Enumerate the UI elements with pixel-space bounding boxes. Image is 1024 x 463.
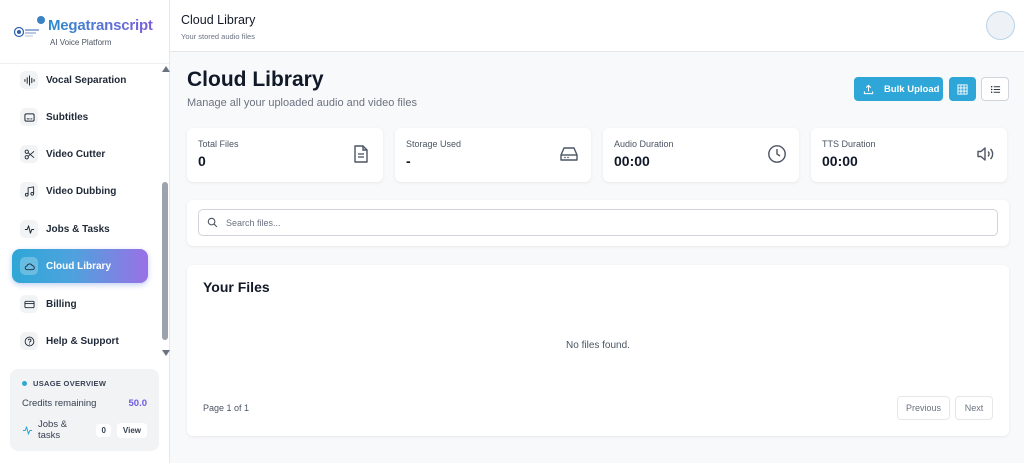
files-title: Your Files	[203, 279, 270, 295]
bulk-upload-label: Bulk Upload	[884, 83, 940, 95]
next-page-button[interactable]: Next	[955, 396, 993, 420]
waveform-icon	[20, 71, 38, 89]
list-view-button[interactable]	[981, 77, 1009, 101]
pagination-info: Page 1 of 1	[203, 403, 250, 413]
clock-icon	[767, 144, 787, 164]
sidebar-item-label: Cloud Library	[46, 260, 112, 272]
sidebar-item-label: Billing	[46, 298, 77, 310]
brand-logo-icon	[14, 24, 40, 40]
scrollbar-thumb[interactable]	[162, 182, 168, 340]
view-jobs-button[interactable]: View	[116, 422, 147, 438]
stat-label: Storage Used	[406, 139, 462, 149]
cloud-icon	[20, 257, 38, 275]
sidebar-item-cloud-library[interactable]: Cloud Library	[12, 249, 148, 283]
scissors-icon	[20, 145, 38, 163]
sidebar-item-label: Jobs & Tasks	[46, 223, 110, 235]
stat-card-tts-duration: TTS Duration 00:00	[811, 128, 1007, 182]
sidebar-item-vocal-separation[interactable]: Vocal Separation	[12, 63, 148, 97]
jobs-count-badge: 0	[96, 423, 111, 437]
credits-row: Credits remaining 50.0	[22, 398, 147, 409]
brand-subtitle: AI Voice Platform	[50, 37, 112, 47]
brand-dot	[37, 16, 45, 24]
grid-icon	[957, 83, 968, 95]
sidebar-item-video-cutter[interactable]: Video Cutter	[12, 137, 148, 171]
stat-card-audio-duration: Audio Duration 00:00	[603, 128, 799, 182]
scroll-up-arrow-icon[interactable]	[162, 66, 170, 72]
usage-dot-icon	[22, 381, 27, 386]
avatar[interactable]	[986, 11, 1015, 40]
list-icon	[990, 84, 1001, 95]
file-text-icon	[351, 144, 371, 164]
usage-title: USAGE OVERVIEW	[33, 379, 107, 388]
page-subtitle: Manage all your uploaded audio and video…	[187, 97, 417, 109]
hard-drive-icon	[559, 144, 579, 164]
sidebar-item-jobs-tasks[interactable]: Jobs & Tasks	[12, 212, 148, 246]
empty-state-text: No files found.	[566, 340, 630, 351]
usage-title-row: USAGE OVERVIEW	[22, 379, 147, 388]
activity-icon	[20, 220, 38, 238]
header-title: Cloud Library	[181, 13, 256, 27]
sidebar-item-label: Subtitles	[46, 111, 89, 123]
page-title: Cloud Library	[187, 68, 324, 91]
stat-card-total-files: Total Files 0	[187, 128, 383, 182]
sidebar-nav: Vocal Separation Subtitles Video Cutter …	[0, 62, 160, 358]
search-input[interactable]	[226, 217, 986, 228]
header-subtitle: Your stored audio files	[181, 32, 255, 41]
stat-value: -	[406, 153, 411, 169]
stat-value: 0	[198, 153, 206, 169]
upload-icon	[863, 84, 874, 95]
stat-label: TTS Duration	[822, 139, 876, 149]
stat-label: Audio Duration	[614, 139, 674, 149]
sidebar-item-label: Video Dubbing	[46, 185, 117, 197]
scroll-down-arrow-icon[interactable]	[162, 350, 170, 356]
usage-overview-card: USAGE OVERVIEW Credits remaining 50.0 Jo…	[10, 369, 159, 451]
credits-value: 50.0	[128, 398, 148, 409]
sidebar-item-label: Video Cutter	[46, 148, 106, 160]
search-card	[187, 200, 1009, 246]
credits-label: Credits remaining	[22, 398, 97, 409]
search-box[interactable]	[198, 209, 998, 236]
brand-name: Megatranscript	[48, 16, 153, 34]
music-note-icon	[20, 182, 38, 200]
sidebar-item-subtitles[interactable]: Subtitles	[12, 100, 148, 134]
stat-card-storage-used: Storage Used -	[395, 128, 591, 182]
sidebar: Megatranscript AI Voice Platform Vocal S…	[0, 0, 170, 463]
grid-view-button[interactable]	[949, 77, 976, 101]
files-card: Your Files No files found. Page 1 of 1 P…	[187, 265, 1009, 436]
previous-page-button[interactable]: Previous	[897, 396, 950, 420]
subtitles-icon	[20, 108, 38, 126]
stat-value: 00:00	[614, 153, 650, 169]
stat-label: Total Files	[198, 139, 239, 149]
top-header: Cloud Library Your stored audio files	[170, 0, 1024, 52]
credit-card-icon	[20, 295, 38, 313]
stat-value: 00:00	[822, 153, 858, 169]
sidebar-item-video-dubbing[interactable]: Video Dubbing	[12, 174, 148, 208]
sidebar-scrollbar[interactable]	[160, 64, 170, 360]
sidebar-item-help-support[interactable]: Help & Support	[12, 324, 148, 358]
sidebar-item-label: Vocal Separation	[46, 74, 127, 86]
brand[interactable]: Megatranscript AI Voice Platform	[0, 0, 169, 64]
bulk-upload-button[interactable]: Bulk Upload	[854, 77, 943, 101]
search-icon	[207, 217, 218, 228]
sidebar-item-billing[interactable]: Billing	[12, 287, 148, 321]
sidebar-item-label: Help & Support	[46, 335, 119, 347]
volume-icon	[975, 144, 995, 164]
jobs-row: Jobs & tasks 0 View	[22, 419, 147, 441]
jobs-label: Jobs & tasks	[38, 419, 68, 441]
help-circle-icon	[20, 332, 38, 350]
activity-icon	[22, 425, 33, 436]
